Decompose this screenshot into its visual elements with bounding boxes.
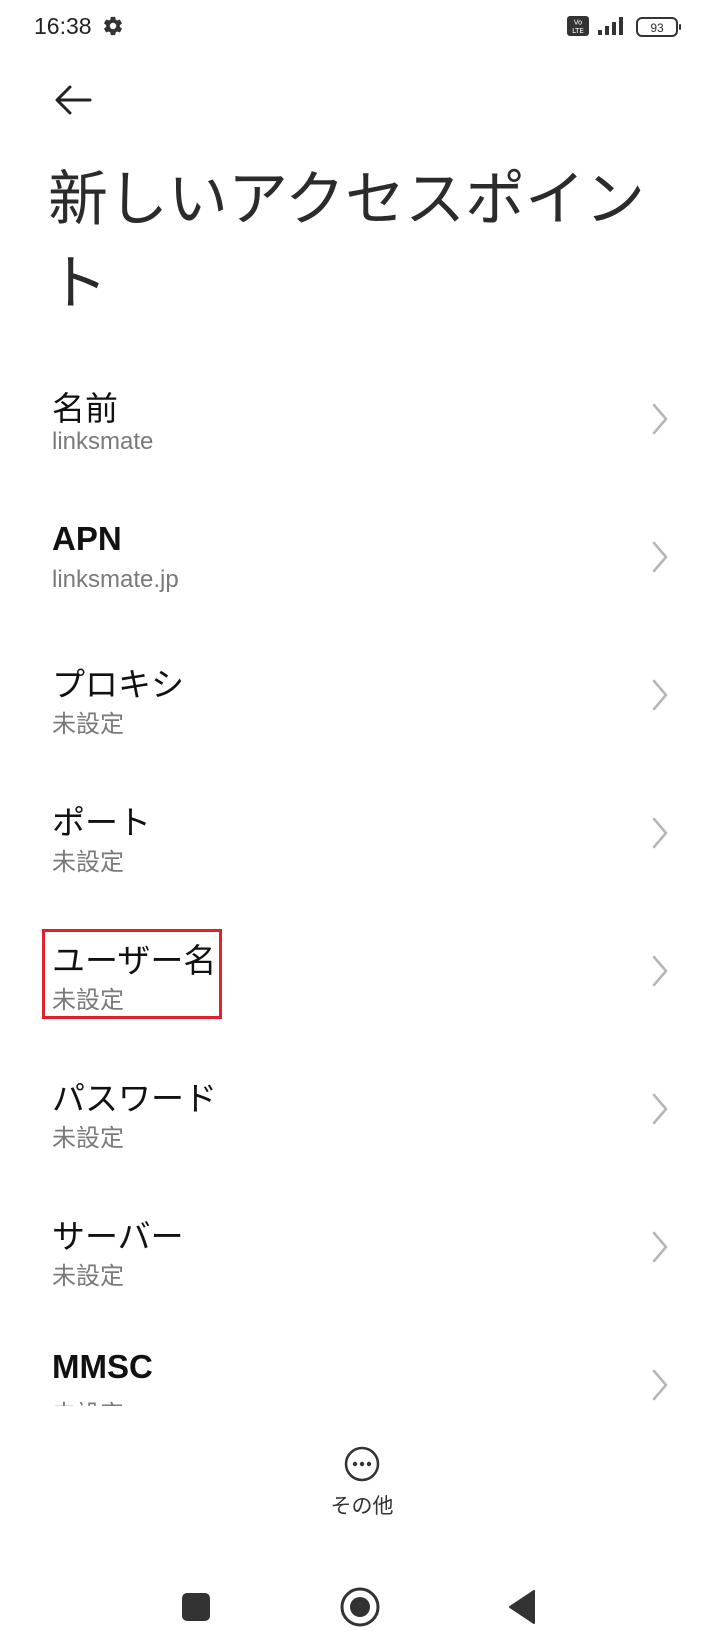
status-time: 16:38 (34, 13, 92, 39)
setting-label: 名前 (52, 389, 118, 428)
more-button[interactable]: その他 (320, 1446, 404, 1526)
page-title: 新しいアクセスポイント (48, 165, 645, 319)
setting-value: 未設定 (52, 710, 124, 738)
chevron-right-icon (652, 1369, 668, 1401)
home-circle-icon[interactable] (335, 1582, 385, 1632)
setting-label: プロキシ (52, 665, 184, 704)
setting-label: ポート (52, 803, 151, 842)
setting-value: linksmate.jp (52, 566, 179, 593)
chevron-right-icon (652, 955, 668, 987)
gear-icon (104, 16, 122, 36)
more-label: その他 (330, 1494, 394, 1518)
navigation-bar (0, 1570, 720, 1650)
setting-value: 未設定 (52, 848, 124, 876)
battery-icon: 93 (636, 17, 681, 37)
volte-icon: Vo LTE (567, 16, 589, 36)
setting-name[interactable]: 名前 linksmate (0, 366, 720, 504)
setting-port[interactable]: ポート 未設定 (0, 780, 720, 918)
setting-label: サーバー (52, 1217, 184, 1256)
svg-text:LTE: LTE (572, 27, 584, 35)
setting-label: ユーザー名 (52, 941, 217, 980)
setting-value: 未設定 (52, 986, 124, 1014)
chevron-right-icon (652, 679, 668, 711)
setting-label: パスワード (52, 1079, 217, 1118)
setting-password[interactable]: パスワード 未設定 (0, 1056, 720, 1194)
setting-apn[interactable]: APN linksmate.jp (0, 504, 720, 642)
chevron-right-icon (652, 1093, 668, 1125)
status-bar: 16:38 Vo LTE 93 (0, 0, 720, 56)
chevron-right-icon (652, 817, 668, 849)
battery-level: 93 (650, 21, 664, 35)
settings-list: 名前 linksmate APN linksmate.jp プロキシ 未設定 ポ… (0, 366, 720, 1406)
setting-value: 未設定 (52, 1124, 124, 1152)
setting-value: 未設定 (52, 1394, 124, 1406)
arrow-left-icon[interactable] (50, 80, 96, 120)
setting-server[interactable]: サーバー 未設定 (0, 1194, 720, 1332)
chevron-right-icon (652, 403, 668, 435)
setting-value: 未設定 (52, 1262, 124, 1290)
back-triangle-icon[interactable] (499, 1582, 549, 1632)
setting-mmsc[interactable]: MMSC 未設定 (0, 1332, 720, 1406)
setting-label: APN (52, 520, 122, 557)
svg-text:Vo: Vo (574, 19, 583, 27)
more-circle-icon (344, 1446, 380, 1482)
recents-square-icon[interactable] (171, 1582, 221, 1632)
setting-username[interactable]: ユーザー名 未設定 (0, 918, 720, 1056)
chevron-right-icon (652, 1231, 668, 1263)
setting-proxy[interactable]: プロキシ 未設定 (0, 642, 720, 780)
chevron-right-icon (652, 541, 668, 573)
setting-label: MMSC (52, 1348, 153, 1385)
signal-icon (598, 17, 623, 35)
setting-value: linksmate (52, 428, 154, 455)
